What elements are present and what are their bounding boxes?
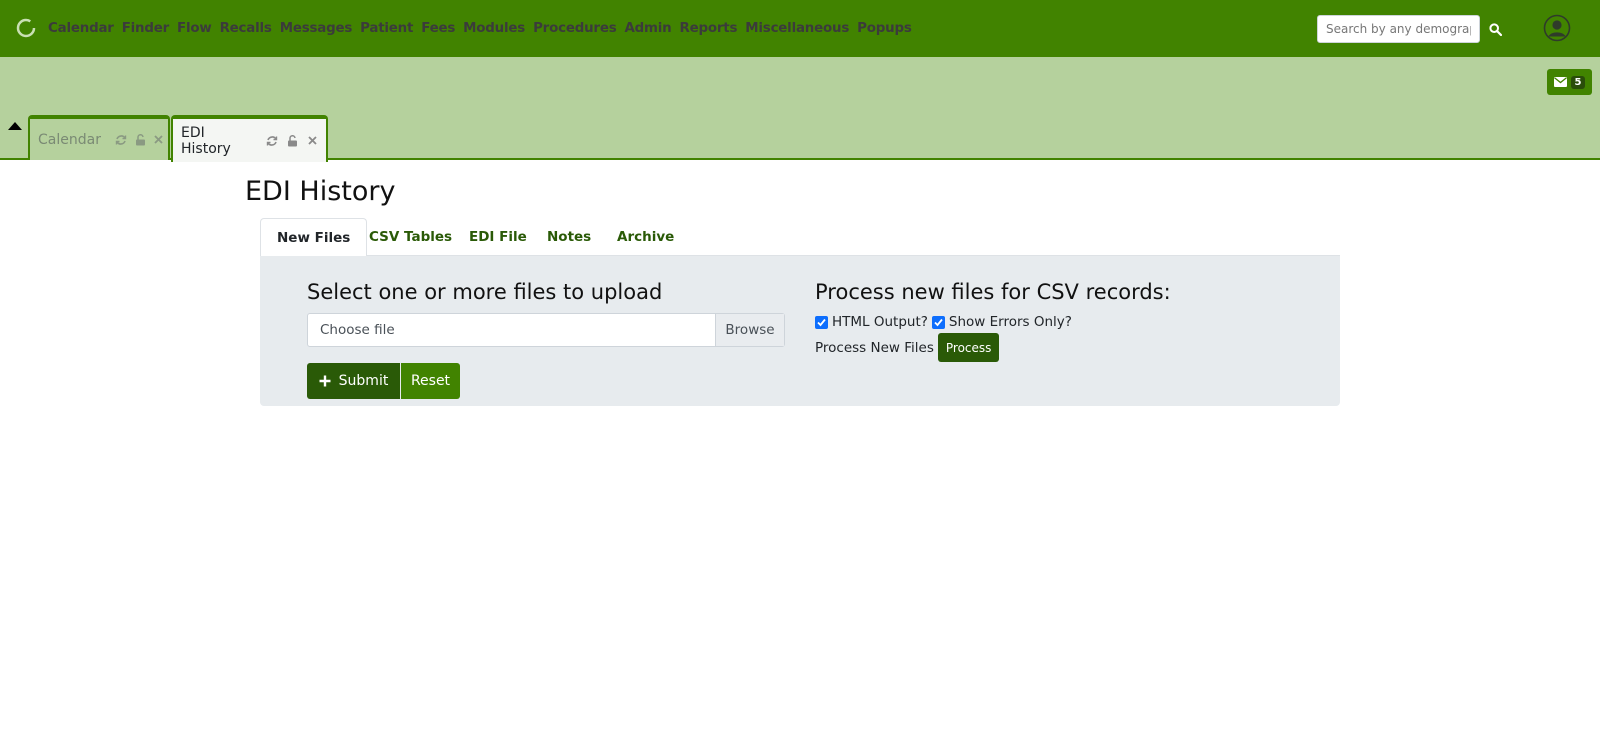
tab-csv-tables[interactable]: CSV Tables bbox=[353, 218, 468, 256]
menu-finder[interactable]: Finder bbox=[122, 21, 170, 36]
tab-calendar-label: Calendar bbox=[38, 131, 101, 148]
menu-popups[interactable]: Popups bbox=[857, 21, 912, 36]
process-heading: Process new files for CSV records: bbox=[815, 280, 1171, 304]
html-output-checkbox[interactable] bbox=[815, 315, 828, 329]
checkmark-icon bbox=[817, 318, 826, 326]
reset-button[interactable]: Reset bbox=[401, 363, 460, 399]
top-navbar: Calendar Finder Flow Recalls Messages Pa… bbox=[0, 0, 1600, 57]
submit-button[interactable]: Submit bbox=[307, 363, 400, 399]
plus-icon bbox=[319, 375, 331, 387]
page-title: EDI History bbox=[245, 176, 396, 207]
tab-calendar[interactable]: Calendar bbox=[28, 115, 170, 160]
messages-button[interactable]: 5 bbox=[1547, 69, 1592, 95]
upload-heading: Select one or more files to upload bbox=[307, 280, 663, 304]
collapse-tabs-caret-icon[interactable] bbox=[8, 122, 22, 130]
search-button[interactable] bbox=[1483, 15, 1507, 43]
checkmark-icon bbox=[934, 318, 943, 326]
file-input-placeholder: Choose file bbox=[320, 322, 395, 338]
menu-messages[interactable]: Messages bbox=[280, 21, 353, 36]
tab-edi-history[interactable]: EDI History bbox=[171, 115, 328, 162]
process-button[interactable]: Process bbox=[937, 333, 1000, 362]
unlock-icon[interactable] bbox=[286, 134, 298, 147]
tab-edi-file[interactable]: EDI File bbox=[453, 218, 543, 256]
menu-patient[interactable]: Patient bbox=[360, 21, 413, 36]
menu-fees[interactable]: Fees bbox=[421, 21, 455, 36]
user-avatar-icon[interactable] bbox=[1543, 14, 1571, 42]
menu-calendar[interactable]: Calendar bbox=[48, 21, 114, 36]
edi-section-tabs: New Files CSV Tables EDI File Notes Arch… bbox=[260, 218, 1340, 257]
unlock-icon[interactable] bbox=[135, 133, 146, 146]
tab-edi-history-label: EDI History bbox=[181, 124, 231, 157]
main-menu: Calendar Finder Flow Recalls Messages Pa… bbox=[48, 0, 920, 57]
tab-archive[interactable]: Archive bbox=[601, 218, 690, 256]
refresh-icon[interactable] bbox=[115, 133, 127, 146]
search-icon bbox=[1488, 22, 1502, 36]
browse-button[interactable]: Browse bbox=[715, 314, 784, 346]
process-new-files-row: Process New Files Process bbox=[815, 333, 1000, 362]
refresh-icon[interactable] bbox=[266, 134, 278, 147]
messages-count-badge: 5 bbox=[1570, 75, 1586, 89]
process-new-files-label: Process New Files bbox=[815, 339, 934, 356]
patient-search-input[interactable] bbox=[1317, 15, 1480, 43]
close-icon[interactable] bbox=[306, 134, 318, 147]
errors-only-label: Show Errors Only? bbox=[948, 314, 1072, 330]
process-options: HTML Output? Show Errors Only? bbox=[815, 314, 1076, 330]
menu-reports[interactable]: Reports bbox=[680, 21, 738, 36]
file-upload-input[interactable]: Choose file Browse bbox=[307, 313, 785, 347]
errors-only-checkbox[interactable] bbox=[931, 315, 945, 329]
envelope-icon bbox=[1553, 77, 1567, 87]
html-output-label: HTML Output? bbox=[832, 314, 928, 330]
close-icon[interactable] bbox=[154, 133, 163, 146]
menu-miscellaneous[interactable]: Miscellaneous bbox=[745, 21, 849, 36]
menu-admin[interactable]: Admin bbox=[624, 21, 671, 36]
tab-notes[interactable]: Notes bbox=[531, 218, 607, 256]
tab-new-files[interactable]: New Files bbox=[260, 218, 368, 257]
menu-recalls[interactable]: Recalls bbox=[220, 21, 272, 36]
menu-flow[interactable]: Flow bbox=[177, 21, 212, 36]
openemr-logo-icon[interactable] bbox=[15, 17, 37, 39]
submit-label: Submit bbox=[338, 373, 389, 389]
menu-modules[interactable]: Modules bbox=[463, 21, 525, 36]
menu-procedures[interactable]: Procedures bbox=[533, 21, 617, 36]
